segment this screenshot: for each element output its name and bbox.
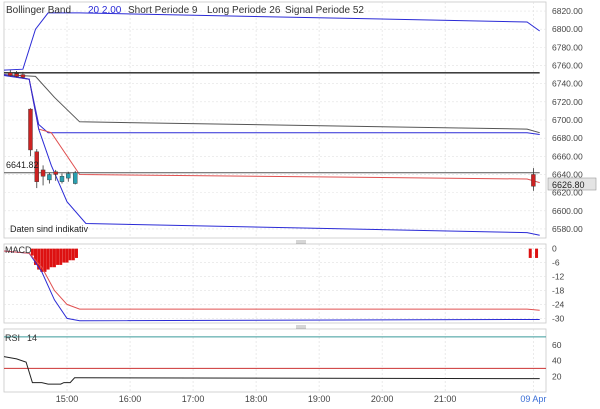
macd-hist-bar <box>43 248 47 272</box>
macd-panel <box>3 243 547 324</box>
candle-body <box>8 72 13 76</box>
x-tick-label: 15:00 <box>56 394 79 404</box>
macd-y-tick: -24 <box>552 299 565 309</box>
macd-hist-bar <box>68 248 72 261</box>
macd-hist-bar <box>52 248 56 268</box>
candle-body <box>53 171 58 175</box>
macd-hist-bar <box>62 248 66 263</box>
x-tick-label: 20:00 <box>371 394 394 404</box>
macd-hist-bar <box>56 248 60 265</box>
macd-hist-bar <box>65 248 69 263</box>
price-y-tick: 6640.00 <box>552 169 583 179</box>
price-y-tick: 6780.00 <box>552 42 583 52</box>
last-price-label: 6641.82 <box>6 160 39 170</box>
rsi-panel <box>3 328 547 393</box>
price-y-tick: 6620.00 <box>552 188 583 198</box>
macd-y-tick: -6 <box>552 258 560 268</box>
price-y-tick: 6720.00 <box>552 97 583 107</box>
candle-body <box>73 172 78 184</box>
signal-period-label: Signal Periode 52 <box>285 5 364 16</box>
candle[interactable] <box>73 170 78 185</box>
candle[interactable] <box>28 108 33 157</box>
macd-hist-bar <box>49 248 53 268</box>
candle-body <box>47 174 52 181</box>
macd-y-tick: -12 <box>552 272 565 282</box>
macd-label: MACD <box>5 245 32 255</box>
price-y-tick: 6600.00 <box>552 206 583 216</box>
long-period-label: Long Periode 26 <box>207 5 281 16</box>
rsi-y-tick: 60 <box>552 340 562 350</box>
candle-body <box>59 176 65 182</box>
chart-canvas[interactable]: Bollinger Band 20 2.00 Short Periode 9 L… <box>0 0 600 409</box>
rsi-period: 14 <box>27 333 37 343</box>
candle-body <box>66 173 71 179</box>
macd-y-tick: 0 <box>552 244 557 254</box>
price-y-tick: 6760.00 <box>552 61 583 71</box>
bollinger-label: Bollinger Band <box>6 5 71 16</box>
x-tick-label: 17:00 <box>182 394 205 404</box>
candle-body <box>14 73 19 77</box>
price-y-tick: 6580.00 <box>552 224 583 234</box>
macd-hist-bar <box>59 248 63 265</box>
bollinger-params: 20 2.00 <box>88 5 122 16</box>
price-y-tick: 6680.00 <box>552 133 583 143</box>
candle-body <box>20 74 26 78</box>
x-tick-label: 19:00 <box>308 394 331 404</box>
rsi-y-tick: 20 <box>552 371 562 381</box>
macd-hist-bar <box>74 248 78 258</box>
candle-body <box>40 169 46 177</box>
macd-hist-bar <box>71 248 75 261</box>
price-y-tick: 6820.00 <box>552 6 583 16</box>
price-y-tick: 6800.00 <box>552 24 583 34</box>
rsi-label: RSI <box>5 333 20 343</box>
x-tick-label: 18:00 <box>245 394 268 404</box>
x-tick-label: 16:00 <box>119 394 142 404</box>
rsi-y-tick: 40 <box>552 356 562 366</box>
short-period-label: Short Periode 9 <box>128 5 198 16</box>
candle-body <box>531 174 536 187</box>
candle-body <box>28 108 33 151</box>
price-y-tick: 6700.00 <box>552 115 583 125</box>
price-y-tick: 6740.00 <box>552 79 583 89</box>
data-indicative-note: Daten sind indikativ <box>10 224 89 234</box>
macd-resize-handle[interactable] <box>296 240 306 244</box>
macd-hist-bar <box>46 248 50 270</box>
x-tick-label: 09 Apr <box>520 394 546 404</box>
macd-y-tick: -18 <box>552 285 565 295</box>
x-tick-label: 21:00 <box>434 394 457 404</box>
macd-hist-bar <box>535 248 539 258</box>
macd-hist-bar <box>528 248 532 258</box>
price-y-tick: 6660.00 <box>552 151 583 161</box>
macd-y-tick: -30 <box>552 313 565 323</box>
rsi-resize-handle[interactable] <box>296 325 306 329</box>
